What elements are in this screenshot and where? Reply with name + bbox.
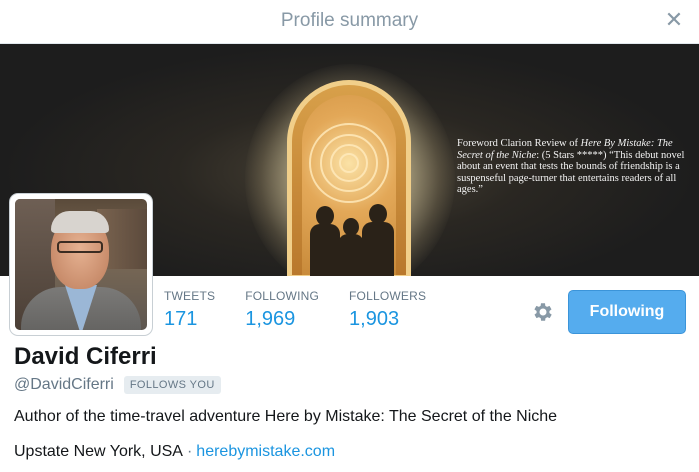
profile-location: Upstate New York, USA bbox=[14, 443, 183, 460]
modal-header: Profile summary ✕ bbox=[0, 0, 699, 44]
stat-value: 1,969 bbox=[245, 308, 296, 330]
profile-handle[interactable]: @DavidCiferri bbox=[14, 376, 114, 394]
stat-followers[interactable]: FOLLOWERS 1,903 bbox=[349, 289, 426, 331]
meta-separator: · bbox=[186, 443, 193, 460]
stat-value: 171 bbox=[164, 308, 198, 330]
stat-label: FOLLOWING bbox=[245, 289, 320, 303]
close-icon[interactable]: ✕ bbox=[663, 9, 685, 31]
profile-meta: Upstate New York, USA · herebymistake.com bbox=[14, 443, 335, 461]
avatar-photo bbox=[15, 199, 147, 330]
following-button[interactable]: Following bbox=[568, 290, 686, 334]
silhouette-figure bbox=[338, 218, 364, 276]
stat-following[interactable]: FOLLOWING 1,969 bbox=[245, 289, 319, 331]
gear-icon[interactable] bbox=[530, 300, 554, 324]
modal-title: Profile summary bbox=[280, 10, 419, 31]
stat-label: TWEETS bbox=[164, 289, 216, 303]
silhouette-figure bbox=[362, 204, 394, 276]
handle-row: @DavidCiferri FOLLOWS YOU bbox=[14, 376, 221, 394]
silhouette-figure bbox=[310, 206, 340, 276]
follows-you-badge: FOLLOWS YOU bbox=[123, 376, 221, 394]
stat-value: 1,903 bbox=[349, 308, 400, 330]
stat-label: FOLLOWERS bbox=[349, 289, 427, 303]
banner-review-quote: Foreword Clarion Review of Here By Mista… bbox=[457, 138, 685, 195]
profile-name[interactable]: David Ciferri bbox=[14, 343, 157, 371]
avatar[interactable] bbox=[10, 194, 152, 335]
stat-tweets[interactable]: TWEETS 171 bbox=[164, 289, 215, 331]
profile-bio: Author of the time-travel adventure Here… bbox=[14, 408, 558, 425]
profile-website-link[interactable]: herebymistake.com bbox=[196, 443, 335, 460]
profile-stats: TWEETS 171 FOLLOWING 1,969 FOLLOWERS 1,9… bbox=[164, 289, 456, 331]
